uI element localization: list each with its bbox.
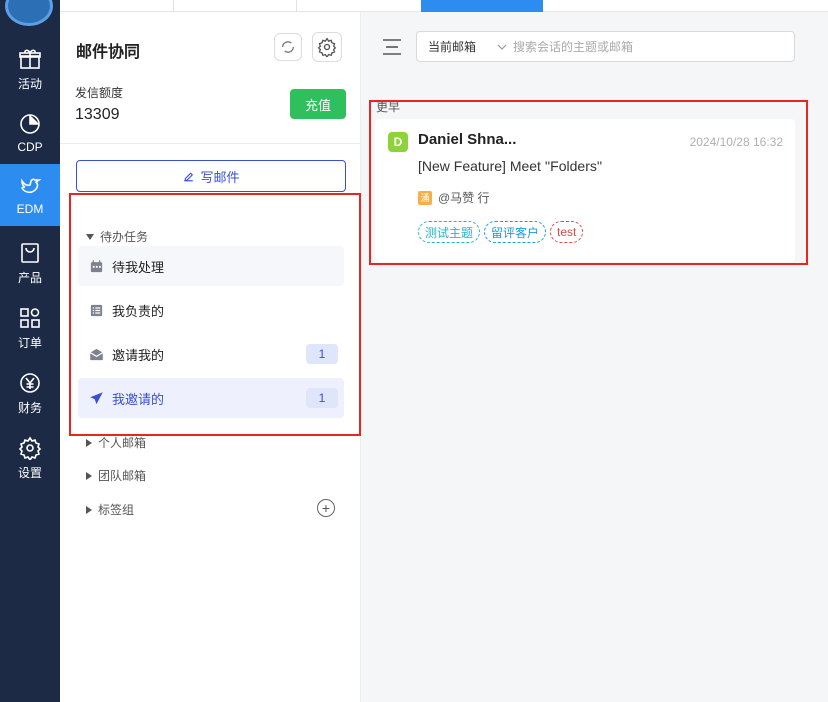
group-label: 团队邮箱 (98, 469, 147, 483)
tab-divider (296, 0, 297, 12)
timestamp: 2024/10/28 16:32 (689, 135, 783, 149)
section-label: 更早 (376, 100, 401, 114)
caret-right-icon (86, 438, 92, 447)
send-icon (88, 390, 104, 406)
conversation-card[interactable]: D Daniel Shna... 2024/10/28 16:32 [New F… (375, 119, 795, 262)
menu-icon[interactable] (382, 37, 402, 57)
nav-label: CDP (17, 140, 43, 154)
panel-title: 邮件协同 (76, 44, 141, 61)
main-nav: 活动 CDP EDM 产品 订单 财务 设置 (0, 0, 60, 702)
task-i-invited[interactable]: 我邀请的 1 (78, 378, 344, 418)
scope-select[interactable]: 当前邮箱 (417, 38, 497, 55)
nav-item-settings[interactable]: 设置 (0, 427, 60, 489)
conversation-list-panel: 当前邮箱 搜索会话的主题或邮箱 更早 D Daniel Shna... 2024… (361, 12, 828, 702)
chevron-down-icon (497, 44, 507, 50)
top-tab-strip (60, 0, 828, 12)
settings-button[interactable] (312, 32, 342, 62)
group-label: 个人邮箱 (98, 436, 147, 450)
assignee-badge: 涌 (418, 190, 432, 205)
avatar: D (388, 132, 408, 152)
count-badge: 1 (306, 388, 338, 408)
compose-label: 写邮件 (200, 169, 240, 185)
task-pending[interactable]: 待我处理 (78, 246, 344, 286)
pie-chart-icon (20, 114, 40, 134)
task-invited-me[interactable]: 邀请我的 1 (78, 334, 344, 374)
add-tag-group-button[interactable]: + (317, 499, 335, 517)
sender-name: Daniel Shna... (418, 131, 517, 148)
shopping-bag-icon (21, 242, 39, 263)
grid-icon (20, 307, 40, 328)
assignee: 涌 @马赞 行 (418, 189, 490, 206)
bird-icon (20, 178, 42, 194)
count-badge: 1 (306, 344, 338, 364)
subject: [New Feature] Meet ''Folders'' (418, 158, 603, 174)
task-label: 邀请我的 (112, 347, 165, 363)
mail-collab-panel: 邮件协同 发信额度 13309 充值 写邮件 待办任务 待我处理 我负责的 邀请… (60, 12, 361, 702)
search-input[interactable]: 搜索会话的主题或邮箱 (513, 38, 633, 55)
group-personal-mailbox[interactable]: 个人邮箱 (86, 434, 146, 451)
assignee-name: @马赞 行 (438, 191, 490, 205)
recharge-button[interactable]: 充值 (290, 89, 346, 119)
group-tag-groups[interactable]: 标签组 (86, 501, 134, 518)
nav-item-finance[interactable]: 财务 (0, 362, 60, 424)
nav-label: 活动 (17, 76, 42, 91)
caret-down-icon (86, 233, 94, 240)
refresh-icon (282, 41, 294, 53)
active-tab-indicator[interactable] (421, 0, 543, 12)
calendar-icon (88, 258, 104, 274)
nav-item-activity[interactable]: 活动 (0, 38, 60, 100)
compose-button[interactable]: 写邮件 (76, 160, 346, 192)
nav-label: 订单 (17, 335, 42, 350)
refresh-button[interactable] (274, 33, 302, 61)
list-icon (88, 302, 104, 318)
group-team-mailbox[interactable]: 团队邮箱 (86, 467, 146, 484)
caret-right-icon (86, 505, 92, 514)
plus-icon: + (321, 500, 331, 516)
task-label: 待我处理 (112, 259, 165, 275)
nav-item-orders[interactable]: 订单 (0, 297, 60, 359)
nav-item-edm[interactable]: EDM (0, 164, 60, 226)
tag[interactable]: test (550, 221, 584, 243)
tag[interactable]: 留评客户 (484, 221, 547, 243)
search-bar[interactable]: 当前邮箱 搜索会话的主题或邮箱 (416, 31, 795, 62)
nav-label: 财务 (17, 400, 42, 415)
quota-value: 13309 (75, 106, 120, 123)
divider (60, 143, 360, 144)
mail-icon (88, 346, 104, 362)
caret-right-icon (86, 471, 92, 480)
gear-icon (317, 37, 337, 57)
gift-icon (19, 49, 41, 69)
yuan-icon (20, 372, 40, 393)
nav-item-cdp[interactable]: CDP (0, 102, 60, 164)
todo-group-header[interactable]: 待办任务 (86, 228, 148, 245)
group-label: 标签组 (98, 503, 135, 517)
tab-divider (173, 0, 174, 12)
tag[interactable]: 测试主题 (418, 221, 481, 243)
tag-list: 测试主题 留评客户 test (418, 221, 584, 243)
nav-item-products[interactable]: 产品 (0, 232, 60, 294)
nav-label: 产品 (17, 270, 42, 285)
task-label: 我负责的 (112, 303, 165, 319)
quota-label: 发信额度 (75, 86, 124, 100)
app-logo (5, 0, 53, 26)
pen-icon (184, 171, 194, 181)
nav-label: 设置 (17, 465, 42, 480)
task-assigned-to-me[interactable]: 我负责的 (78, 290, 344, 330)
todo-group-label: 待办任务 (100, 230, 149, 244)
gear-icon (18, 436, 42, 460)
nav-label: EDM (16, 202, 44, 216)
task-label: 我邀请的 (112, 391, 165, 407)
